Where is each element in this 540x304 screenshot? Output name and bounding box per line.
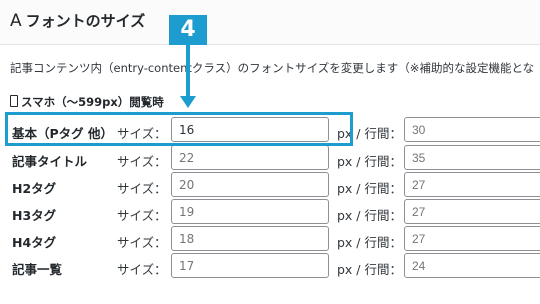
h2-size-input[interactable] bbox=[171, 172, 329, 197]
h3-line-height-input[interactable] bbox=[404, 199, 540, 224]
device-heading-text: スマホ（～599px）閲覧時 bbox=[21, 95, 164, 109]
list-line-height-input[interactable] bbox=[404, 253, 540, 278]
row-label: H3タグ bbox=[12, 208, 57, 223]
size-label: サイズ： bbox=[117, 208, 167, 223]
h2-line-height-input[interactable] bbox=[404, 172, 540, 197]
font-a-icon: A bbox=[10, 11, 22, 31]
base-line-height-input[interactable] bbox=[404, 117, 540, 142]
section-title-text: フォントのサイズ bbox=[25, 12, 146, 30]
section-title: A フォントのサイズ bbox=[10, 10, 145, 31]
h4-size-input[interactable] bbox=[171, 226, 329, 251]
row-label: 記事タイトル bbox=[12, 154, 88, 169]
font-size-row-h2: H2タグ サイズ： px / 行間： bbox=[0, 172, 540, 199]
unit-line-height-label: px / 行間： bbox=[337, 181, 402, 196]
size-label: サイズ： bbox=[117, 154, 167, 169]
arrow-head-icon bbox=[180, 96, 196, 108]
list-size-input[interactable] bbox=[171, 253, 329, 278]
row-label: H2タグ bbox=[12, 181, 57, 196]
font-size-row-title: 記事タイトル サイズ： px / 行間： bbox=[0, 145, 540, 172]
arrow-icon bbox=[186, 45, 190, 98]
h4-line-height-input[interactable] bbox=[404, 226, 540, 251]
section-description: 記事コンテンツ内（entry-contentクラス）のフォントサイズを変更します… bbox=[10, 61, 535, 75]
unit-line-height-label: px / 行間： bbox=[337, 208, 402, 223]
font-size-row-h3: H3タグ サイズ： px / 行間： bbox=[0, 199, 540, 226]
row-label: H4タグ bbox=[12, 235, 57, 250]
font-size-row-h4: H4タグ サイズ： px / 行間： bbox=[0, 226, 540, 253]
size-label: サイズ： bbox=[117, 262, 167, 277]
unit-line-height-label: px / 行間： bbox=[337, 235, 402, 250]
smartphone-icon bbox=[10, 95, 18, 107]
highlight-box bbox=[5, 112, 353, 146]
step-number-badge: 4 bbox=[169, 15, 207, 45]
font-size-row-list: 記事一覧 サイズ： px / 行間： bbox=[0, 253, 540, 280]
h3-size-input[interactable] bbox=[171, 199, 329, 224]
section-header: A フォントのサイズ bbox=[0, 0, 540, 45]
size-label: サイズ： bbox=[117, 181, 167, 196]
title-line-height-input[interactable] bbox=[404, 145, 540, 170]
title-size-input[interactable] bbox=[171, 145, 329, 170]
unit-line-height-label: px / 行間： bbox=[337, 154, 402, 169]
unit-line-height-label: px / 行間： bbox=[337, 262, 402, 277]
row-label: 記事一覧 bbox=[12, 262, 63, 277]
device-heading-mobile: スマホ（～599px）閲覧時 bbox=[10, 94, 164, 110]
size-label: サイズ： bbox=[117, 235, 167, 250]
